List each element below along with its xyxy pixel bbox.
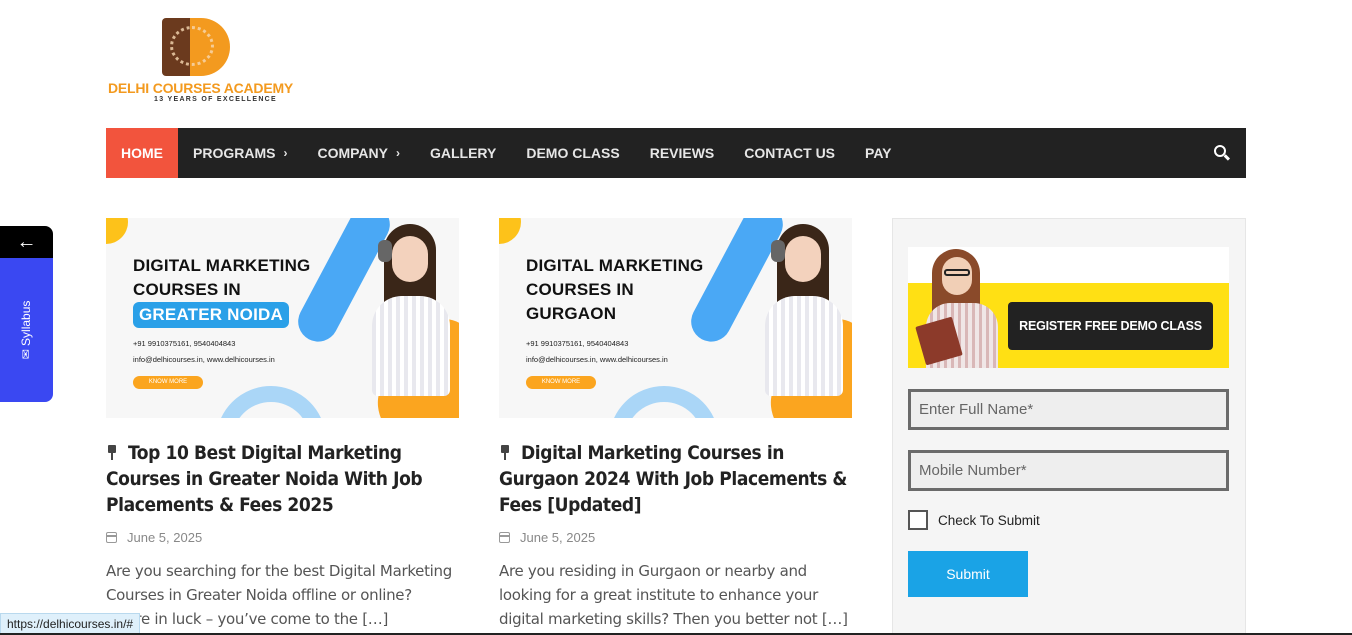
banner-line2: COURSES IN	[133, 280, 241, 299]
chevron-right-icon: ›	[283, 146, 288, 160]
logo-tagline: 13 YEARS OF EXCELLENCE	[154, 96, 277, 103]
envelope-icon: ✉	[19, 349, 33, 360]
post-thumbnail[interactable]: DIGITAL MARKETING COURSES IN GURGAON +91…	[499, 218, 852, 418]
syllabus-tab-label: ✉ Syllabus	[19, 301, 33, 360]
post-title-text[interactable]: Digital Marketing Courses in Gurgaon 202…	[499, 442, 847, 516]
banner-contact: +91 9910375161, 9540404843 info@delhicou…	[133, 336, 275, 368]
post-title-text[interactable]: Top 10 Best Digital Marketing Courses in…	[106, 442, 423, 516]
woman-with-headset-image	[757, 224, 849, 396]
calendar-icon	[499, 532, 510, 543]
nav-item-programs[interactable]: PROGRAMS ›	[178, 128, 302, 178]
nav-item-gallery[interactable]: GALLERY	[415, 128, 511, 178]
post-excerpt: Are you searching for the best Digital M…	[106, 562, 452, 628]
nav-item-label: PAY	[865, 145, 892, 161]
nav-item-label: HOME	[121, 145, 163, 161]
banner-web: info@delhicourses.in, www.delhicourses.i…	[133, 355, 275, 364]
nav-item-label: PROGRAMS	[193, 145, 276, 161]
search-icon[interactable]	[1212, 143, 1232, 163]
banner-city: GURGAON	[526, 304, 617, 323]
banner-phone: +91 9910375161, 9540404843	[526, 339, 629, 348]
calendar-icon	[106, 532, 117, 543]
full-name-input[interactable]	[908, 389, 1229, 430]
nav-item-home[interactable]: HOME	[106, 128, 178, 178]
pin-icon	[106, 445, 118, 460]
chevron-right-icon: ›	[395, 146, 400, 160]
post-card: DIGITAL MARKETING COURSES IN GREATER NOI…	[106, 218, 459, 631]
post-card: DIGITAL MARKETING COURSES IN GURGAON +91…	[499, 218, 852, 631]
check-to-submit-row[interactable]: Check To Submit	[908, 510, 1040, 530]
post-excerpt: Are you residing in Gurgaon or nearby an…	[499, 562, 848, 628]
banner-contact: +91 9910375161, 9540404843 info@delhicou…	[526, 336, 668, 368]
syllabus-label-text: Syllabus	[19, 300, 33, 346]
nav-item-reviews[interactable]: REVIEWS	[635, 128, 730, 178]
page: DELHI COURSES ACADEMY 13 YEARS OF EXCELL…	[0, 0, 1352, 635]
nav-item-label: GALLERY	[429, 145, 497, 161]
register-free-demo-button[interactable]: REGISTER FREE DEMO CLASS	[1008, 302, 1213, 350]
arrow-left-icon[interactable]: ←	[0, 226, 53, 258]
banner-headline: DIGITAL MARKETING COURSES IN GREATER NOI…	[133, 254, 310, 328]
nav-item-label: COMPANY	[317, 145, 388, 161]
pin-icon	[499, 445, 511, 460]
demo-class-widget: REGISTER FREE DEMO CLASS Check To Submit…	[892, 218, 1246, 635]
know-more-button: KNOW MORE	[133, 376, 203, 389]
post-date[interactable]: June 5, 2025	[127, 530, 202, 545]
banner-phone: +91 9910375161, 9540404843	[133, 339, 236, 348]
register-demo-banner[interactable]: REGISTER FREE DEMO CLASS	[908, 247, 1229, 368]
banner-city: GREATER NOIDA	[133, 302, 289, 328]
nav-item-label: DEMO CLASS	[526, 145, 620, 161]
checkbox-label: Check To Submit	[938, 512, 1040, 528]
mobile-number-input[interactable]	[908, 450, 1229, 491]
nav-item-label: CONTACT US	[744, 145, 836, 161]
banner-line2: COURSES IN	[526, 280, 634, 299]
nav-item-company[interactable]: COMPANY ›	[302, 128, 415, 178]
glasses-icon	[944, 269, 970, 276]
nav-item-contact-us[interactable]: CONTACT US	[729, 128, 850, 178]
submit-checkbox[interactable]	[908, 510, 928, 530]
banner-web: info@delhicourses.in, www.delhicourses.i…	[526, 355, 668, 364]
know-more-button: KNOW MORE	[526, 376, 596, 389]
site-logo[interactable]: DELHI COURSES ACADEMY 13 YEARS OF EXCELL…	[106, 14, 293, 106]
syllabus-tab-body[interactable]: ✉ Syllabus	[0, 258, 53, 402]
post-meta: June 5, 2025	[106, 530, 459, 545]
woman-with-headset-image	[364, 224, 456, 396]
logo-mark-icon	[162, 18, 230, 76]
banner-headline: DIGITAL MARKETING COURSES IN GURGAON	[526, 254, 703, 326]
banner-line1: DIGITAL MARKETING	[526, 256, 704, 275]
syllabus-side-tab[interactable]: ← ✉ Syllabus	[0, 226, 53, 402]
nav-item-pay[interactable]: PAY	[850, 128, 906, 178]
nav-item-demo-class[interactable]: DEMO CLASS	[511, 128, 634, 178]
banner-line1: DIGITAL MARKETING	[133, 256, 311, 275]
post-meta: June 5, 2025	[499, 530, 852, 545]
post-title[interactable]: Digital Marketing Courses in Gurgaon 202…	[499, 440, 852, 518]
post-thumbnail[interactable]: DIGITAL MARKETING COURSES IN GREATER NOI…	[106, 218, 459, 418]
post-date[interactable]: June 5, 2025	[520, 530, 595, 545]
status-bar-url: https://delhicourses.in/#	[0, 613, 141, 635]
logo-title: DELHI COURSES ACADEMY	[108, 80, 294, 96]
submit-button[interactable]: Submit	[908, 551, 1028, 597]
nav-item-label: REVIEWS	[649, 145, 715, 161]
post-title[interactable]: Top 10 Best Digital Marketing Courses in…	[106, 440, 459, 518]
main-nav: HOME PROGRAMS › COMPANY › GALLERY DEMO CLA…	[106, 128, 1246, 178]
